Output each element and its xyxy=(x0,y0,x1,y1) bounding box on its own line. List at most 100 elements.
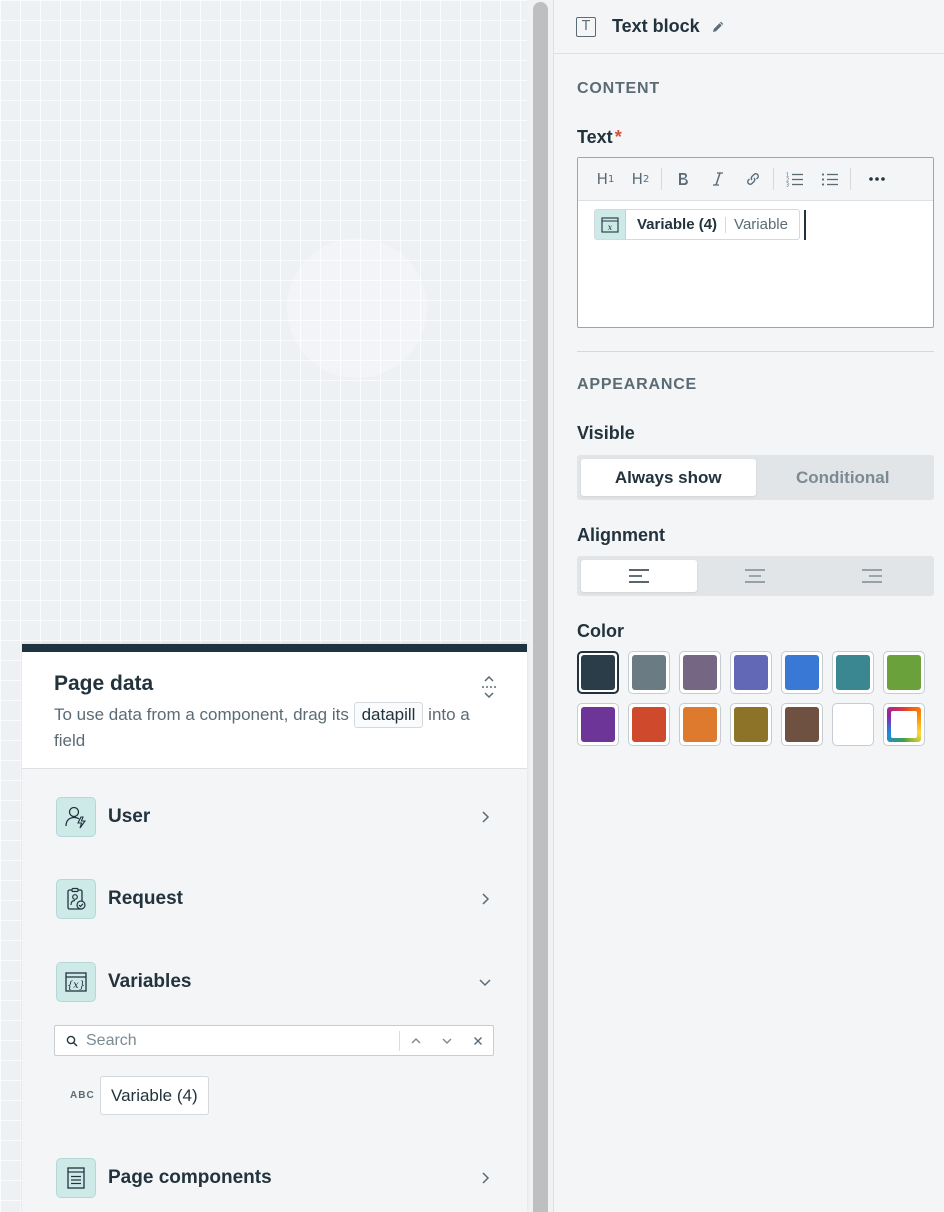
request-icon xyxy=(56,879,96,919)
section-divider xyxy=(577,351,934,352)
swatch-fill xyxy=(683,655,717,690)
properties-header: T Text block xyxy=(554,0,944,54)
swatch-fill xyxy=(836,655,870,690)
pencil-icon[interactable] xyxy=(710,19,726,35)
close-icon xyxy=(473,1036,482,1045)
search-clear-button[interactable] xyxy=(462,1026,493,1055)
link-button[interactable] xyxy=(735,158,770,201)
chevron-right-icon[interactable] xyxy=(478,810,492,824)
swatch-fill xyxy=(734,707,768,742)
align-center-button[interactable] xyxy=(697,560,813,592)
text-field-label: Text * xyxy=(577,127,622,148)
canvas-scrollbar-thumb[interactable] xyxy=(533,2,548,1212)
toolbar-separator xyxy=(850,168,851,190)
page-data-description: To use data from a component, drag its d… xyxy=(54,702,494,754)
swatch-fill xyxy=(785,707,819,742)
more-horizontal-icon xyxy=(868,177,885,181)
text-label: Text xyxy=(577,127,613,147)
editor-content[interactable]: x Variable (4) Variable xyxy=(578,201,933,248)
swatch-fill xyxy=(836,707,870,742)
swatch-fill xyxy=(683,707,717,742)
italic-button[interactable] xyxy=(700,158,735,201)
search-next-button[interactable] xyxy=(431,1026,462,1055)
rich-text-editor[interactable]: H1 H2 123 x Variable (4) Variable xyxy=(577,157,934,328)
datapill-type: Variable xyxy=(725,216,799,233)
align-right-button[interactable] xyxy=(814,560,930,592)
align-left-button[interactable] xyxy=(581,560,698,592)
bold-button[interactable] xyxy=(665,158,700,201)
swatch-fill xyxy=(581,707,615,742)
ordered-list-button[interactable]: 123 xyxy=(777,158,812,201)
search-icon xyxy=(66,1035,78,1046)
custom-color-swatch[interactable] xyxy=(883,703,925,746)
visible-label: Visible xyxy=(577,423,635,443)
color-swatch[interactable] xyxy=(730,703,772,746)
swatch-fill xyxy=(734,655,768,690)
color-swatch[interactable] xyxy=(781,703,823,746)
bulleted-list-button[interactable] xyxy=(812,158,847,201)
color-swatch[interactable] xyxy=(679,651,721,694)
toolbar-separator xyxy=(661,168,662,190)
more-options-button[interactable] xyxy=(854,158,899,201)
color-palette xyxy=(577,651,934,755)
properties-panel: T Text block CONTENT Text * H1 H2 123 x … xyxy=(553,0,944,1212)
inserted-datapill[interactable]: x Variable (4) Variable xyxy=(594,209,800,240)
section-label-request: Request xyxy=(108,888,183,909)
ordered-list-icon: 123 xyxy=(786,173,803,188)
variables-search xyxy=(54,1025,494,1056)
editor-toolbar: H1 H2 123 xyxy=(578,158,933,201)
variable-item: ABC Variable (4) xyxy=(70,1076,209,1115)
bold-icon xyxy=(678,173,688,185)
datapill-label: Variable (4) xyxy=(637,216,718,233)
variable-datapill-icon: x xyxy=(595,210,626,239)
search-prev-button[interactable] xyxy=(400,1026,431,1055)
search-input[interactable] xyxy=(86,1031,399,1050)
color-swatch[interactable] xyxy=(832,651,874,694)
swatch-fill xyxy=(581,655,615,690)
swatch-fill xyxy=(632,707,666,742)
alignment-toggle xyxy=(577,556,934,596)
swatch-fill xyxy=(785,655,819,690)
resize-panel-icon[interactable] xyxy=(481,676,497,698)
align-right-icon xyxy=(861,569,882,583)
visible-option-conditional[interactable]: Conditional xyxy=(756,459,931,496)
color-swatch[interactable] xyxy=(730,651,772,694)
color-swatch[interactable] xyxy=(679,703,721,746)
color-swatch[interactable] xyxy=(577,703,619,746)
description-text: To use data from a component, drag its xyxy=(54,705,349,724)
color-row xyxy=(577,651,934,694)
color-swatch[interactable] xyxy=(577,651,619,694)
color-swatch[interactable] xyxy=(628,703,670,746)
section-user[interactable]: User xyxy=(56,797,496,837)
chevron-right-icon[interactable] xyxy=(478,892,492,906)
visible-option-always-show[interactable]: Always show xyxy=(581,459,756,496)
svg-text:3: 3 xyxy=(786,183,789,188)
chevron-down-icon[interactable] xyxy=(478,975,492,989)
page-data-title: Page data xyxy=(54,672,154,695)
section-variables[interactable]: {x} Variables xyxy=(56,962,496,1002)
type-tag: ABC xyxy=(70,1090,95,1101)
component-title[interactable]: Text block xyxy=(612,16,700,37)
svg-text:x: x xyxy=(608,223,613,232)
color-swatch[interactable] xyxy=(883,651,925,694)
heading2-button[interactable]: H2 xyxy=(623,158,658,201)
section-request[interactable]: Request xyxy=(56,879,496,919)
page-data-panel: Page data To use data from a component, … xyxy=(22,644,527,1212)
align-left-icon xyxy=(629,569,650,583)
variables-icon: {x} xyxy=(56,962,96,1002)
section-page-components[interactable]: Page components xyxy=(56,1158,496,1198)
color-swatch[interactable] xyxy=(832,703,874,746)
color-swatch[interactable] xyxy=(628,651,670,694)
chevron-right-icon[interactable] xyxy=(478,1171,492,1185)
text-block-icon: T xyxy=(576,16,596,37)
align-center-icon xyxy=(745,569,766,583)
color-swatch[interactable] xyxy=(781,651,823,694)
swatch-fill xyxy=(887,655,921,690)
heading1-button[interactable]: H1 xyxy=(588,158,623,201)
content-heading: CONTENT xyxy=(577,80,660,97)
page-data-header: Page data To use data from a component, … xyxy=(22,652,527,769)
svg-text:{x}: {x} xyxy=(67,980,85,991)
page-components-icon xyxy=(56,1158,96,1198)
section-label-variables: Variables xyxy=(108,971,192,992)
variable-datapill[interactable]: Variable (4) xyxy=(100,1076,209,1115)
